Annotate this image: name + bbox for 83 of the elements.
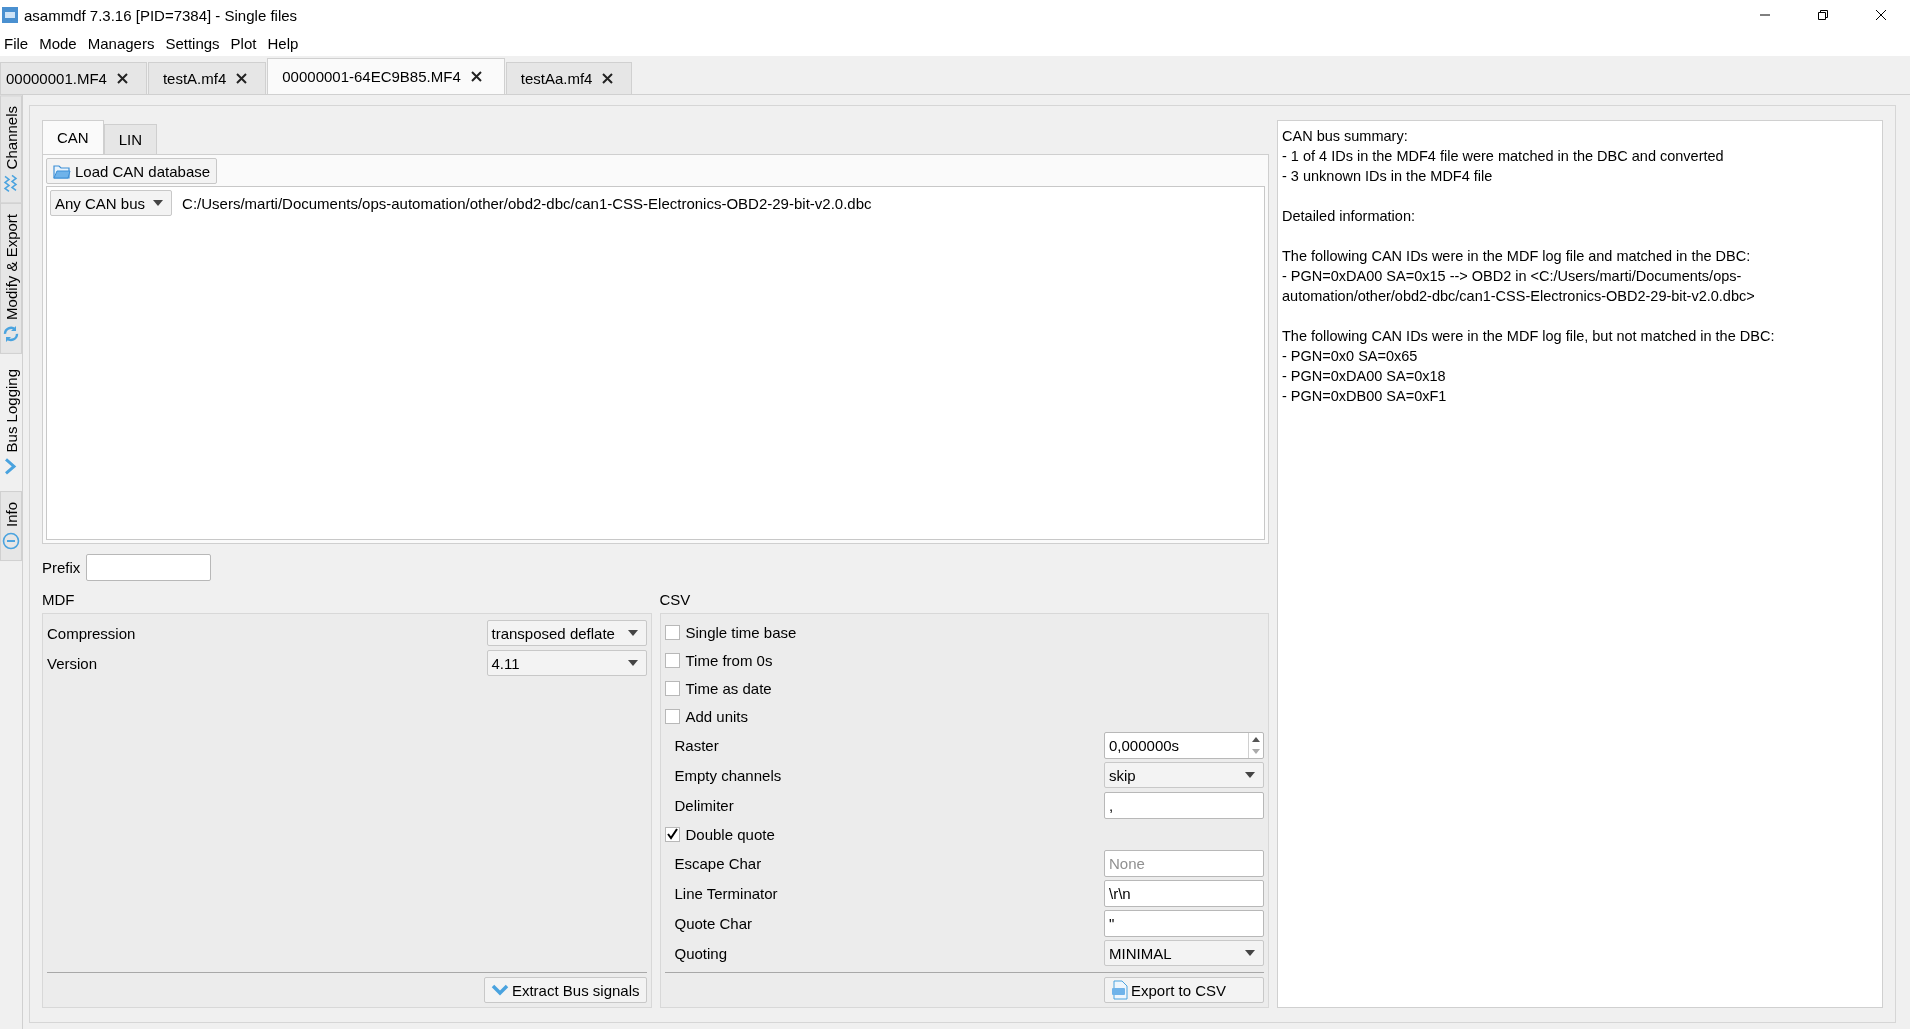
input-field[interactable]: "	[1104, 909, 1264, 937]
menu-item[interactable]: Managers	[83, 34, 162, 52]
checkbox[interactable]	[664, 624, 680, 640]
field-label: Line Terminator	[674, 884, 778, 902]
checkbox[interactable]	[664, 826, 680, 842]
menu-item[interactable]: Mode	[35, 34, 84, 52]
close-icon[interactable]	[602, 73, 614, 84]
file-tab[interactable]: 00000001.MF4	[0, 62, 147, 94]
spin-box-input[interactable]: 0,000000s	[1105, 732, 1248, 758]
bus-tab[interactable]: CAN	[42, 120, 104, 154]
field-label: Prefix	[42, 559, 81, 576]
menu-item[interactable]: File	[0, 34, 36, 52]
checkbox-label: Add units	[685, 707, 749, 725]
summary-line: - PGN=0xDA00 SA=0x18	[1282, 367, 1447, 386]
dropdown[interactable]: transposed deflate	[486, 620, 647, 646]
file-tab[interactable]: 00000001-64EC9B85.MF4	[267, 58, 505, 94]
summary-line: The following CAN IDs were in the MDF log file and matched in the DBC:	[1282, 247, 1752, 266]
summary-line: Detailed information:	[1282, 207, 1416, 226]
load-database-button[interactable]: Load CAN database	[46, 158, 218, 184]
menu-item[interactable]: Help	[263, 34, 306, 52]
checkbox-label: Double quote	[685, 825, 775, 843]
close-icon[interactable]	[236, 73, 248, 84]
dropdown[interactable]: MINIMAL	[1104, 940, 1264, 966]
window-title: asammdf 7.3.16 [PID=7384] - Single files	[24, 6, 299, 24]
checkbox-label: Single time base	[685, 623, 797, 641]
checkbox[interactable]	[664, 680, 680, 696]
export-button[interactable]: Export to CSV	[1104, 977, 1264, 1003]
input-field[interactable]: None	[1104, 849, 1264, 877]
group-title: CSV	[659, 591, 692, 610]
side-tab[interactable]: Channels	[0, 95, 22, 204]
field-label: Empty channels	[674, 766, 782, 784]
field-label: Escape Char	[674, 854, 762, 872]
folder-icon	[53, 163, 71, 179]
wave-icon	[3, 174, 19, 193]
chevron-down-icon	[490, 984, 509, 996]
extract-button[interactable]: Extract Bus signals	[483, 977, 647, 1003]
caret-icon	[1245, 772, 1255, 778]
menu-item[interactable]: Plot	[226, 34, 264, 52]
summary-line: - 1 of 4 IDs in the MDF4 file were matched in the DBC and converted	[1282, 147, 1725, 166]
close-icon[interactable]	[470, 71, 482, 82]
bus-dropdown[interactable]: Any CAN bus	[50, 190, 173, 216]
input-field[interactable]: ,	[1104, 791, 1264, 819]
field-label: Compression	[47, 624, 136, 642]
chevron-icon	[3, 457, 19, 476]
spin-arrows-icon[interactable]	[1248, 732, 1263, 758]
field-label: Version	[47, 654, 98, 672]
app-icon	[2, 7, 18, 23]
dropdown[interactable]: skip	[1104, 762, 1264, 788]
close-icon	[1875, 9, 1887, 21]
database-path: C:/Users/marti/Documents/ops-automation/other/obd2-dbc/can1-CSS-Electronics-OBD2-29-bit-v2.0.dbc	[182, 194, 872, 212]
spin-box[interactable]: 0,000000s	[1104, 731, 1264, 759]
field-label: Quote Char	[674, 914, 753, 932]
input-field[interactable]: \r\n	[1104, 879, 1264, 907]
summary-line: - PGN=0x0 SA=0x65	[1282, 347, 1419, 366]
restore-icon	[1817, 9, 1829, 21]
refresh-icon	[2, 325, 20, 344]
menu-item[interactable]: Settings	[161, 34, 227, 52]
dropdown[interactable]: 4.11	[486, 650, 647, 676]
group-title: MDF	[42, 591, 76, 610]
summary-line: CAN bus summary:	[1282, 127, 1409, 146]
caret-icon	[627, 630, 638, 636]
field-label: Quoting	[674, 944, 728, 962]
checkbox[interactable]	[664, 708, 680, 724]
checkbox-label: Time from 0s	[685, 651, 773, 669]
bus-tab[interactable]: LIN	[103, 124, 157, 154]
file-icon	[1111, 980, 1128, 1000]
caret-icon	[153, 200, 164, 206]
summary-line: - PGN=0xDA00 SA=0x15 --> OBD2 in <C:/Users/marti/Documents/ops-automation/other/obd2-dbc/can1-CSS-Electronics-OBD2-29-bit-v2.0.dbc>	[1282, 267, 1756, 306]
file-tab[interactable]: testAa.mf4	[505, 62, 633, 94]
summary-line: - PGN=0xDB00 SA=0xF1	[1282, 387, 1448, 406]
field-label: Raster	[674, 736, 719, 754]
field-label: Delimiter	[674, 796, 734, 814]
prefix-field[interactable]	[86, 554, 212, 581]
file-tab[interactable]: testA.mf4	[147, 62, 267, 94]
checkbox-label: Time as date	[685, 679, 772, 697]
side-tab[interactable]: Modify & Export	[0, 203, 22, 355]
caret-icon	[1245, 950, 1255, 956]
summary-line: - 3 unknown IDs in the MDF4 file	[1282, 167, 1494, 186]
close-icon[interactable]	[116, 73, 128, 84]
side-tab[interactable]: Info	[0, 490, 22, 561]
caret-icon	[627, 660, 638, 666]
checkbox[interactable]	[664, 652, 680, 668]
summary-line: The following CAN IDs were in the MDF log file, but not matched in the DBC:	[1282, 327, 1776, 346]
